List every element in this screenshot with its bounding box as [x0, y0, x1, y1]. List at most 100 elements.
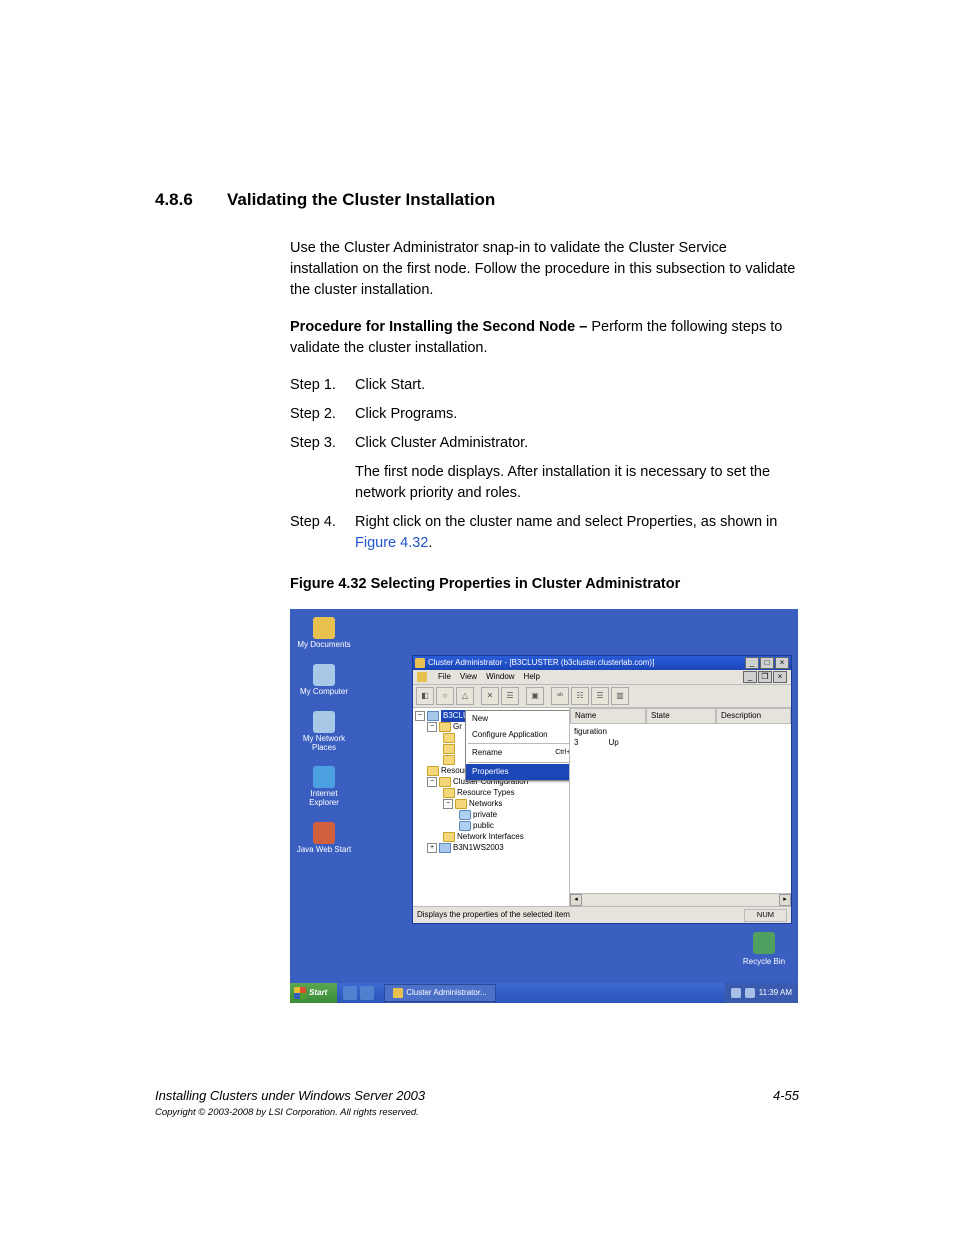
- icon-label: My Network Places: [296, 735, 352, 753]
- scroll-track[interactable]: [582, 894, 779, 906]
- child-close-button[interactable]: ×: [773, 671, 787, 683]
- section-number: 4.8.6: [155, 190, 227, 210]
- context-item-new[interactable]: New: [466, 711, 570, 727]
- desktop-icon-my-documents[interactable]: My Documents: [296, 617, 352, 650]
- menu-view[interactable]: View: [460, 671, 477, 683]
- toolbar-delete-button[interactable]: ✕: [481, 687, 499, 705]
- icon-label: Internet Explorer: [296, 790, 352, 808]
- cell-name: figuration: [574, 726, 607, 737]
- child-restore-button[interactable]: ❐: [758, 671, 772, 683]
- toolbar-button[interactable]: ○: [436, 687, 454, 705]
- scroll-left-button[interactable]: ◂: [570, 894, 582, 906]
- context-item-rename[interactable]: RenameCtrl+M: [466, 745, 570, 761]
- desktop-icon-my-network-places[interactable]: My Network Places: [296, 711, 352, 753]
- cell-name: 3: [574, 737, 578, 748]
- statusbar: Displays the properties of the selected …: [413, 906, 791, 923]
- ie-icon: [313, 766, 335, 788]
- context-item-configure[interactable]: Configure Application: [466, 727, 570, 743]
- desktop-icon-my-computer[interactable]: My Computer: [296, 664, 352, 697]
- folder-icon: [443, 744, 455, 754]
- column-description[interactable]: Description: [716, 708, 791, 724]
- menu-help[interactable]: Help: [524, 671, 540, 683]
- footer-title: Installing Clusters under Windows Server…: [155, 1088, 425, 1103]
- tree-node-groups[interactable]: Gr: [453, 721, 462, 733]
- child-minimize-button[interactable]: _: [743, 671, 757, 683]
- tray-icon[interactable]: [731, 988, 741, 998]
- list-row[interactable]: 3 Up: [574, 737, 787, 748]
- menu-file[interactable]: File: [438, 671, 451, 683]
- folder-icon: [455, 799, 467, 809]
- desktop-icons: My Documents My Computer My Network Plac…: [296, 617, 352, 869]
- step-text: Right click on the cluster name and sele…: [355, 512, 799, 554]
- maximize-button[interactable]: □: [760, 657, 774, 669]
- folder-icon: [443, 733, 455, 743]
- tree-node-resource-types[interactable]: Resource Types: [457, 787, 515, 799]
- context-item-properties[interactable]: Properties: [466, 764, 570, 780]
- taskbar-button-cluster-admin[interactable]: Cluster Administrator...: [384, 984, 495, 1002]
- titlebar[interactable]: Cluster Administrator - [B3CLUSTER (b3cl…: [413, 656, 791, 670]
- scroll-right-button[interactable]: ▸: [779, 894, 791, 906]
- cluster-icon: [427, 711, 439, 721]
- tray-icon[interactable]: [745, 988, 755, 998]
- step-text-pre: Right click on the cluster name and sele…: [355, 514, 777, 530]
- tree-node-server[interactable]: B3N1WS2003: [453, 842, 504, 854]
- folder-icon: [443, 832, 455, 842]
- task-label: Cluster Administrator...: [406, 987, 486, 999]
- statusbar-text: Displays the properties of the selected …: [417, 909, 570, 921]
- folder-icon: [443, 788, 455, 798]
- section-title: Validating the Cluster Installation: [227, 190, 799, 210]
- collapse-icon[interactable]: −: [427, 722, 437, 732]
- toolbar-button[interactable]: ◧: [416, 687, 434, 705]
- child-app-icon: [417, 672, 427, 682]
- desktop-icon-internet-explorer[interactable]: Internet Explorer: [296, 766, 352, 808]
- quick-launch-icon[interactable]: [343, 986, 357, 1000]
- list-row[interactable]: figuration: [574, 726, 787, 737]
- toolbar-button[interactable]: ᵃᵇ: [551, 687, 569, 705]
- tree-node-public[interactable]: public: [473, 820, 494, 832]
- tree-pane[interactable]: − B3CLUSTER − Gr: [413, 708, 570, 906]
- toolbar-properties-button[interactable]: ☰: [501, 687, 519, 705]
- network-icon: [459, 810, 471, 820]
- system-tray: 11:39 AM: [725, 983, 798, 1003]
- step-row: Step 1. Click Start.: [290, 375, 799, 396]
- toolbar-button[interactable]: ▥: [611, 687, 629, 705]
- collapse-icon[interactable]: −: [415, 711, 425, 721]
- paragraph: Use the Cluster Administrator snap-in to…: [290, 238, 799, 301]
- network-icon: [459, 821, 471, 831]
- minimize-button[interactable]: _: [745, 657, 759, 669]
- expand-icon[interactable]: +: [427, 843, 437, 853]
- windows-logo-icon: [294, 987, 306, 999]
- statusbar-indicator: NUM: [744, 909, 787, 922]
- desktop-icon-recycle-bin[interactable]: Recycle Bin: [736, 932, 792, 968]
- tree-node-networks[interactable]: Networks: [469, 798, 502, 810]
- folder-icon: [313, 617, 335, 639]
- toolbar-button[interactable]: ☷: [571, 687, 589, 705]
- horizontal-scrollbar[interactable]: ◂ ▸: [570, 893, 791, 906]
- collapse-icon[interactable]: −: [443, 799, 453, 809]
- figure-link[interactable]: Figure 4.32: [355, 535, 428, 551]
- desktop-icon-java-web-start[interactable]: Java Web Start: [296, 822, 352, 855]
- column-state[interactable]: State: [646, 708, 716, 724]
- clock: 11:39 AM: [759, 987, 792, 999]
- cluster-admin-window: Cluster Administrator - [B3CLUSTER (b3cl…: [412, 655, 792, 924]
- start-label: Start: [309, 987, 327, 999]
- tree-node-private[interactable]: private: [473, 809, 497, 821]
- step-row: Step 3. Click Cluster Administrator.: [290, 433, 799, 454]
- tree-node-network-interfaces[interactable]: Network Interfaces: [457, 831, 524, 843]
- menubar: File View Window Help _ ❐ ×: [413, 670, 791, 685]
- page-number: 4-55: [773, 1088, 799, 1103]
- toolbar-button[interactable]: ☰: [591, 687, 609, 705]
- menu-window[interactable]: Window: [486, 671, 514, 683]
- collapse-icon[interactable]: −: [427, 777, 437, 787]
- column-name[interactable]: Name: [570, 708, 646, 724]
- toolbar-button[interactable]: △: [456, 687, 474, 705]
- quick-launch-icon[interactable]: [360, 986, 374, 1000]
- step-label: Step 3.: [290, 433, 355, 454]
- content-area: − B3CLUSTER − Gr: [413, 708, 791, 906]
- context-separator: [468, 762, 570, 763]
- close-button[interactable]: ×: [775, 657, 789, 669]
- toolbar-button[interactable]: ▣: [526, 687, 544, 705]
- list-pane[interactable]: Name State Description figuration 3: [570, 708, 791, 906]
- screenshot: My Documents My Computer My Network Plac…: [290, 609, 798, 1003]
- start-button[interactable]: Start: [290, 983, 337, 1003]
